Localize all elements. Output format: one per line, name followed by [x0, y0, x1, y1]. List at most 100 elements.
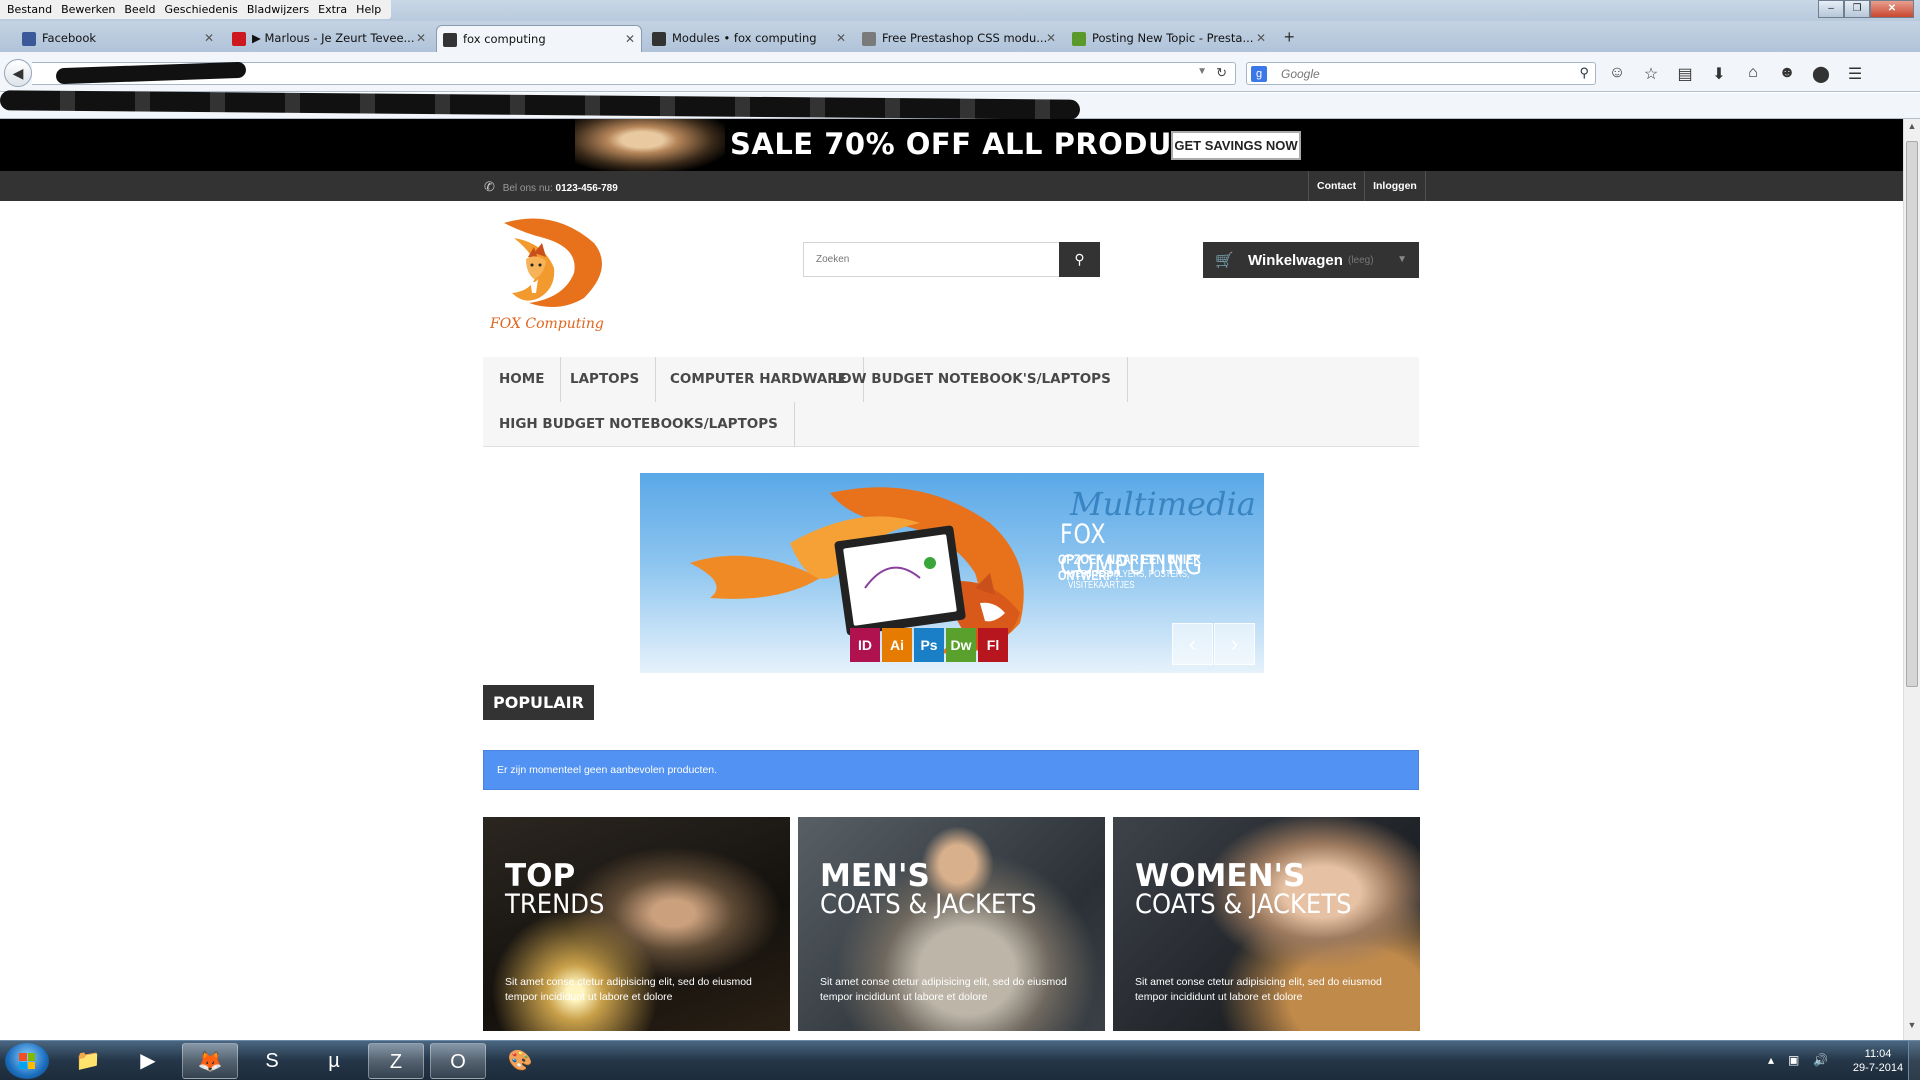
slider-next-button[interactable]: › — [1214, 623, 1255, 665]
system-clock[interactable]: 11:04 29-7-2014 — [1848, 1047, 1908, 1075]
menu-extra[interactable]: Extra — [315, 0, 353, 19]
main-menu: HOME LAPTOPS COMPUTER HARDWARE LOW BUDGE… — [483, 357, 1419, 447]
close-tab-icon[interactable]: ✕ — [836, 25, 846, 52]
addon-icon[interactable]: ☻ — [1776, 64, 1798, 84]
tab-free-prestashop[interactable]: Free Prestashop CSS modu... ✕ — [856, 25, 1062, 52]
clock-date: 29-7-2014 — [1852, 1062, 1904, 1074]
popular-tab[interactable]: POPULAIR — [483, 685, 594, 720]
indesign-icon: ID — [850, 628, 880, 662]
youtube-icon — [232, 32, 246, 46]
paint-taskbar-icon[interactable]: 🎨 — [492, 1043, 548, 1079]
tab-modules[interactable]: Modules • fox computing ✕ — [646, 25, 852, 52]
tab-fox-computing[interactable]: fox computing ✕ — [436, 25, 642, 52]
maximize-button[interactable]: ❐ — [1844, 0, 1870, 18]
logo-text: FOX Computing — [490, 316, 604, 332]
show-desktop-button[interactable] — [1908, 1041, 1920, 1080]
explorer-taskbar-icon[interactable]: 📁 — [60, 1043, 116, 1079]
banner-title: TOP — [505, 858, 576, 894]
dreamweaver-icon: Dw — [946, 628, 976, 662]
close-tab-icon[interactable]: ✕ — [1046, 25, 1056, 52]
photoshop-icon: Ps — [914, 628, 944, 662]
prestashop-icon — [652, 32, 666, 46]
promo-headline: SALE 70% OFF ALL PRODUCTS — [730, 127, 1236, 161]
bookmark-star-icon[interactable]: ☆ — [1640, 64, 1662, 84]
menu-bestand[interactable]: Bestand — [4, 0, 58, 19]
start-button[interactable] — [5, 1043, 49, 1079]
tab-label: fox computing — [463, 32, 546, 46]
banner-top-trends[interactable]: TOP TRENDS Sit amet conse ctetur adipisi… — [483, 817, 790, 1031]
nav-high-budget[interactable]: HIGH BUDGET NOTEBOOKS/LAPTOPS — [483, 402, 795, 447]
close-tab-icon[interactable]: ✕ — [1256, 25, 1266, 52]
facebook-icon — [22, 32, 36, 46]
search-button[interactable]: ⚲ — [1059, 242, 1100, 277]
tab-posting-topic[interactable]: Posting New Topic - Presta... ✕ — [1066, 25, 1272, 52]
banner-womens-coats[interactable]: WOMEN'S COATS & JACKETS Sit amet conse c… — [1113, 817, 1420, 1031]
scroll-up-icon[interactable]: ▲ — [1904, 121, 1920, 139]
top-links: Contact Inloggen — [1308, 171, 1426, 201]
reload-icon[interactable]: ↻ — [1216, 65, 1227, 81]
url-bar[interactable]: ▼ ↻ — [32, 61, 1236, 85]
site-logo[interactable]: FOX Computing — [484, 213, 614, 338]
search-input[interactable] — [803, 242, 1060, 277]
home-icon[interactable]: ⌂ — [1742, 64, 1764, 84]
firefox-taskbar-icon[interactable]: 🦊 — [182, 1043, 238, 1079]
tab-youtube[interactable]: ▶ Marlous - Je Zeurt Tevee... ✕ — [226, 25, 432, 52]
media-player-taskbar-icon[interactable]: ▶ — [120, 1043, 176, 1079]
adblock-icon[interactable]: ⬤ — [1810, 64, 1832, 84]
nav-low-budget[interactable]: LOW BUDGET NOTEBOOK'S/LAPTOPS — [816, 357, 1128, 402]
menu-help[interactable]: Help — [353, 0, 387, 19]
redacted-url — [55, 61, 247, 85]
volume-icon[interactable]: 🔊 — [1813, 1053, 1828, 1067]
search-icon[interactable]: ⚲ — [1579, 65, 1589, 81]
get-savings-button[interactable]: GET SAVINGS NOW — [1171, 131, 1301, 160]
network-icon[interactable]: ▣ — [1788, 1053, 1799, 1067]
close-tab-icon[interactable]: ✕ — [416, 25, 426, 52]
menu-bladwijzers[interactable]: Bladwijzers — [244, 0, 315, 19]
fox-logo-icon — [504, 218, 602, 307]
download-icon[interactable]: ⬇ — [1708, 64, 1730, 84]
filezilla-taskbar-icon[interactable]: Z — [368, 1043, 424, 1079]
new-tab-icon[interactable]: + — [1284, 27, 1295, 48]
slider-prev-button[interactable]: ‹ — [1172, 623, 1213, 665]
banner-subtitle: COATS & JACKETS — [820, 889, 1037, 920]
page-scrollbar[interactable]: ▲ ▼ — [1903, 119, 1920, 1040]
clock-time: 11:04 — [1864, 1048, 1892, 1060]
nav-home[interactable]: HOME — [483, 357, 562, 402]
scrollbar-thumb[interactable] — [1906, 141, 1918, 687]
top-info-bar: ✆ Bel ons nu: 0123-456-789 Contact Inlog… — [0, 171, 1903, 201]
tab-facebook[interactable]: Facebook ✕ — [16, 25, 220, 52]
google-icon: g — [1251, 66, 1267, 82]
phone-icon: ✆ — [484, 179, 495, 194]
slider-script-title: Multimedia — [1070, 485, 1256, 523]
promo-banner[interactable]: SALE 70% OFF ALL PRODUCTS GET SAVINGS NO… — [0, 119, 1903, 171]
menu-hamburger-icon[interactable]: ☰ — [1844, 64, 1866, 84]
search-icon: ⚲ — [1074, 251, 1085, 267]
menu-bewerken[interactable]: Bewerken — [58, 0, 121, 19]
homepage-slider[interactable]: Multimedia FOX COMPUTING OPZOEK NAAR EEN… — [640, 473, 1264, 673]
menu-geschiedenis[interactable]: Geschiedenis — [162, 0, 244, 19]
banner-mens-coats[interactable]: MEN'S COATS & JACKETS Sit amet conse cte… — [798, 817, 1105, 1031]
banner-subtitle: TRENDS — [505, 889, 605, 920]
skype-taskbar-icon[interactable]: S — [244, 1043, 300, 1079]
scroll-down-icon[interactable]: ▼ — [1904, 1020, 1920, 1038]
browser-search-bar[interactable]: g Google ⚲ — [1246, 62, 1596, 85]
bookmarks-list-icon[interactable]: ▤ — [1674, 64, 1696, 84]
close-tab-icon[interactable]: ✕ — [204, 25, 214, 52]
utorrent-taskbar-icon[interactable]: µ — [306, 1043, 362, 1079]
outlook-taskbar-icon[interactable]: O — [430, 1043, 486, 1079]
close-tab-icon[interactable]: ✕ — [625, 26, 635, 52]
cart-button[interactable]: 🛒 Winkelwagen (leeg) ▼ — [1203, 242, 1419, 278]
close-window-button[interactable]: ✕ — [1870, 0, 1914, 18]
menu-beeld[interactable]: Beeld — [121, 0, 161, 19]
nav-laptops[interactable]: LAPTOPS — [554, 357, 657, 402]
minimize-button[interactable]: – — [1818, 0, 1844, 18]
extension-icon[interactable]: ☺ — [1606, 64, 1628, 84]
back-arrow-icon[interactable]: ◀ — [4, 59, 32, 87]
login-link[interactable]: Inloggen — [1364, 171, 1426, 201]
illustrator-icon: Ai — [882, 628, 912, 662]
site-search: ⚲ — [803, 242, 1100, 277]
tray-expand-icon[interactable]: ▴ — [1768, 1053, 1774, 1067]
promo-model-image — [575, 119, 725, 171]
contact-link[interactable]: Contact — [1308, 171, 1364, 201]
dropdown-arrow-icon[interactable]: ▼ — [1197, 66, 1207, 77]
